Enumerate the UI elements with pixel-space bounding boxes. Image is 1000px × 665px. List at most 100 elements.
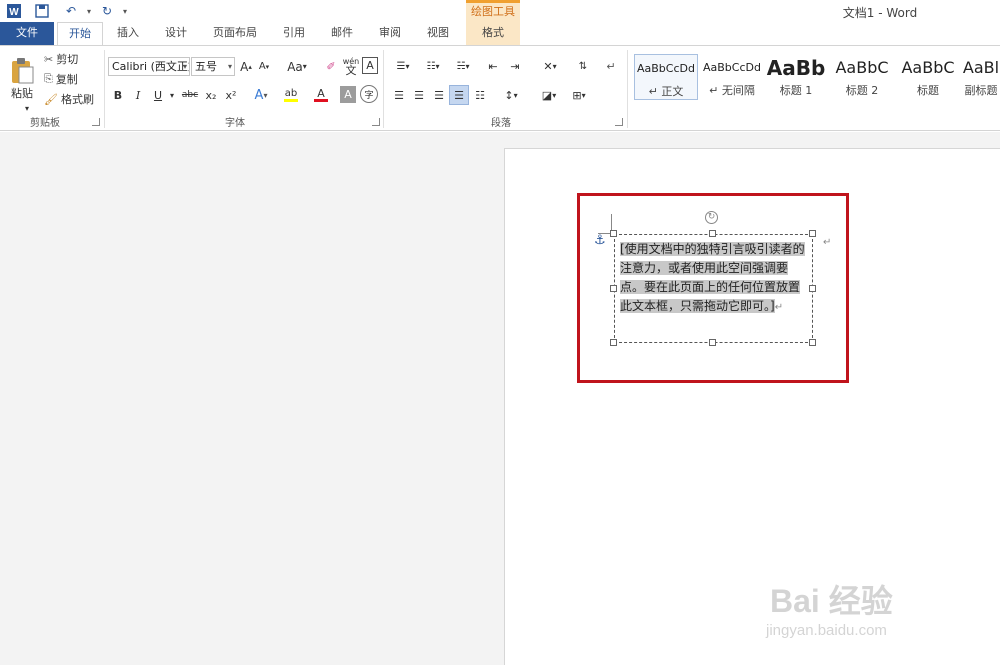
tab-mailings[interactable]: 邮件 (322, 22, 362, 45)
font-group-label: 字体 (225, 118, 245, 129)
scissors-icon: ✂ (44, 52, 54, 66)
borders-button[interactable]: ⊞ ▾ (566, 86, 592, 104)
clear-format-button[interactable]: ✐ (322, 57, 340, 76)
style-sample: AaBl (962, 58, 1000, 77)
underline-button[interactable]: U (150, 86, 166, 104)
bold-button[interactable]: B (110, 86, 126, 104)
group-divider (383, 50, 384, 128)
align-center-button[interactable]: ☰ (410, 86, 428, 104)
undo-icon[interactable]: ↶ (60, 2, 82, 20)
grow-font-button[interactable]: A ▴ (238, 57, 254, 76)
subscript-button[interactable]: x₂ (202, 86, 220, 104)
tab-design[interactable]: 设计 (156, 22, 196, 45)
brush-icon: 🖌 (44, 92, 58, 106)
enclose-character-button[interactable]: 字 (360, 85, 378, 103)
save-icon[interactable] (32, 2, 52, 20)
window-title: 文档1 - Word (842, 6, 918, 20)
eraser-icon: ✐ (326, 60, 336, 73)
paragraph-launcher-icon[interactable] (615, 118, 623, 126)
text-effect-button[interactable]: A ▾ (250, 86, 272, 104)
tab-view[interactable]: 视图 (418, 22, 458, 45)
paste-label: 粘贴 (11, 87, 33, 100)
paste-dropdown-icon[interactable]: ▾ (22, 104, 32, 113)
highlight-button[interactable]: ab (278, 86, 304, 104)
shrink-font-button[interactable]: A ▾ (256, 57, 272, 76)
tab-file[interactable]: 文件 (0, 22, 54, 45)
resize-handle-top[interactable] (709, 230, 716, 237)
resize-handle-bottom[interactable] (709, 339, 716, 346)
resize-handle-right[interactable] (809, 285, 816, 292)
redo-icon[interactable]: ↻ (98, 2, 116, 20)
style-heading-1[interactable]: AaBb 标题 1 (764, 54, 828, 100)
font-size-value: 五号 (195, 60, 217, 73)
format-painter-button[interactable]: 🖌 格式刷 (44, 90, 100, 108)
italic-button[interactable]: I (130, 86, 146, 104)
character-shading-button[interactable]: A (340, 86, 356, 103)
group-divider (627, 50, 628, 128)
superscript-button[interactable]: x² (222, 86, 240, 104)
bullets-button[interactable]: ☰ ▾ (390, 57, 416, 75)
strikethrough-button[interactable]: abc (180, 86, 200, 104)
undo-dropdown-icon[interactable]: ▾ (84, 2, 94, 20)
justify-button[interactable]: ☰ (449, 85, 469, 105)
resize-handle-top-right[interactable] (809, 230, 816, 237)
cut-button[interactable]: ✂ 剪切 (44, 50, 94, 68)
paste-button[interactable]: 粘贴 (6, 52, 38, 106)
clipboard-launcher-icon[interactable] (92, 118, 100, 126)
customize-quick-access-icon[interactable]: ▾ (120, 2, 130, 20)
resize-handle-bottom-left[interactable] (610, 339, 617, 346)
style-sample: AaBb (766, 56, 826, 80)
superscript-icon: x² (225, 88, 237, 102)
baidu-watermark: Bai 经验 jingyan.baidu.com (760, 570, 980, 650)
sort-button[interactable]: ⇅ (574, 57, 592, 75)
font-size-combo[interactable]: 五号 ▾ (191, 57, 235, 76)
align-center-icon: ☰ (414, 88, 424, 102)
align-right-button[interactable]: ☰ (430, 86, 448, 104)
tab-review[interactable]: 审阅 (370, 22, 410, 45)
style-name: 标题 2 (845, 84, 879, 97)
grow-font-icon: A (240, 59, 249, 74)
copy-icon: ⎘ (44, 72, 53, 85)
shading-button[interactable]: ◪ ▾ (536, 86, 562, 104)
style-subtitle[interactable]: AaBl 副标题 (962, 54, 1000, 100)
chinese-layout-button[interactable]: ✕ ▾ (536, 57, 564, 75)
font-name-combo[interactable]: Calibri (西文正文) ▾ (108, 57, 190, 76)
style-heading-2[interactable]: AaBbC 标题 2 (830, 54, 894, 100)
font-color-icon: A (317, 87, 325, 100)
align-left-button[interactable]: ☰ (390, 86, 408, 104)
multilevel-list-button[interactable]: ☵ ▾ (450, 57, 476, 75)
tab-references[interactable]: 引用 (274, 22, 314, 45)
justify-icon: ☰ (454, 88, 464, 102)
resize-handle-left[interactable] (610, 285, 617, 292)
paragraph-group-label: 段落 (491, 118, 511, 129)
style-normal[interactable]: AaBbCcDd ↵ 正文 (634, 54, 698, 100)
distributed-button[interactable]: ☷ (471, 86, 489, 104)
increase-indent-button[interactable]: ⇥ (506, 57, 524, 75)
style-title[interactable]: AaBbC 标题 (896, 54, 960, 100)
change-case-button[interactable]: Aa ▾ (282, 57, 312, 76)
style-no-spacing[interactable]: AaBbCcDd ↵ 无间隔 (700, 54, 764, 100)
rotate-handle-icon[interactable]: ↻ (705, 211, 718, 224)
tab-home[interactable]: 开始 (57, 22, 103, 46)
watermark-url: jingyan.baidu.com (766, 622, 887, 639)
tab-format[interactable]: 格式 (466, 22, 520, 45)
font-launcher-icon[interactable] (372, 118, 380, 126)
font-color-button[interactable]: A (308, 86, 334, 104)
multilevel-list-icon: ☵ (456, 60, 466, 72)
show-marks-button[interactable]: ↵ (602, 57, 620, 75)
line-spacing-button[interactable]: ↕ ▾ (498, 86, 524, 104)
tab-layout[interactable]: 页面布局 (204, 22, 266, 45)
resize-handle-top-left[interactable] (610, 230, 617, 237)
text-box-content[interactable]: [使用文档中的独特引言吸引读者的注意力，或者使用此空间强调要点。要在此页面上的任… (620, 240, 806, 317)
decrease-indent-button[interactable]: ⇤ (484, 57, 502, 75)
resize-handle-bottom-right[interactable] (809, 339, 816, 346)
word-app-icon[interactable]: W (4, 2, 24, 20)
underline-icon: U (153, 88, 163, 102)
underline-dropdown-icon[interactable]: ▾ (168, 86, 176, 104)
phonetic-guide-button[interactable]: wén 文 (342, 54, 360, 78)
character-border-button[interactable]: A (362, 57, 378, 74)
enclose-char-icon: 字 (364, 90, 374, 101)
numbering-button[interactable]: ☷ ▾ (420, 57, 446, 75)
copy-button[interactable]: ⎘ 复制 (44, 70, 94, 88)
tab-insert[interactable]: 插入 (108, 22, 148, 45)
